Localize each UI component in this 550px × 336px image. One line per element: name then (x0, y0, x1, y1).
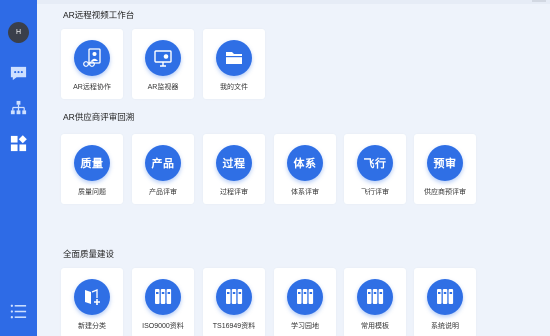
ar-collab-icon (74, 40, 110, 76)
card-label: ISO9000资料 (142, 323, 184, 330)
product-badge-icon: 产品 (145, 145, 181, 181)
process-badge-icon: 过程 (216, 145, 252, 181)
ar-monitor-icon (145, 40, 181, 76)
folder-icon (216, 40, 252, 76)
quality-badge-icon: 质量 (74, 145, 110, 181)
binders-icon (216, 279, 252, 315)
apps-icon[interactable] (9, 134, 28, 153)
flight-badge-icon: 飞行 (357, 145, 393, 181)
card-product-review[interactable]: 产品 产品评审 (132, 134, 194, 204)
sidebar: H (0, 0, 37, 336)
card-flight-review[interactable]: 飞行 飞行评审 (344, 134, 406, 204)
card-ts16949[interactable]: TS16949资料 (203, 268, 265, 336)
card-my-files[interactable]: 我的文件 (203, 29, 265, 99)
book-add-icon (74, 279, 110, 315)
system-badge-icon: 体系 (287, 145, 323, 181)
top-right-indicator (532, 0, 546, 2)
card-label: AR监视器 (147, 84, 179, 91)
section-title-ar-workbench: AR远程视频工作台 (63, 10, 135, 20)
card-label: 新建分类 (78, 323, 106, 330)
card-iso9000[interactable]: ISO9000资料 (132, 268, 194, 336)
card-label: 飞行评审 (361, 189, 389, 196)
circle-text: 产品 (151, 158, 175, 170)
section-title-supplier-review: AR供应商评审回溯 (63, 112, 135, 122)
card-label: 过程评审 (220, 189, 248, 196)
chat-icon[interactable] (9, 64, 28, 83)
card-label: 常用模板 (361, 323, 389, 330)
card-common-templates[interactable]: 常用模板 (344, 268, 406, 336)
avatar[interactable]: H (8, 22, 29, 43)
card-system-manual[interactable]: 系统说明 (414, 268, 476, 336)
main-content: AR远程视频工作台 AR远程协作 AR监视器 我的文件 AR供应商评审回溯 质量… (37, 0, 550, 336)
card-label: 供应商预评审 (424, 189, 466, 196)
card-ar-collab[interactable]: AR远程协作 (61, 29, 123, 99)
top-bar (37, 0, 550, 4)
binders-icon (145, 279, 181, 315)
card-label: 产品评审 (149, 189, 177, 196)
circle-text: 飞行 (363, 158, 387, 170)
card-new-category[interactable]: 新建分类 (61, 268, 123, 336)
section-title-quality-building: 全面质量建设 (63, 249, 115, 259)
circle-text: 过程 (222, 158, 246, 170)
card-label: 学习园地 (291, 323, 319, 330)
card-system-review[interactable]: 体系 体系评审 (274, 134, 336, 204)
menu-list-icon[interactable] (9, 302, 28, 321)
circle-text: 预审 (433, 158, 457, 170)
card-quality-issue[interactable]: 质量 质量问题 (61, 134, 123, 204)
binders-icon (287, 279, 323, 315)
card-learning-garden[interactable]: 学习园地 (274, 268, 336, 336)
card-process-review[interactable]: 过程 过程评审 (203, 134, 265, 204)
card-label: 体系评审 (291, 189, 319, 196)
circle-text: 体系 (293, 158, 317, 170)
card-ar-monitor[interactable]: AR监视器 (132, 29, 194, 99)
org-chart-icon[interactable] (9, 99, 28, 118)
card-label: 质量问题 (78, 189, 106, 196)
pre-review-badge-icon: 预审 (427, 145, 463, 181)
card-supplier-pre-review[interactable]: 预审 供应商预评审 (414, 134, 476, 204)
card-label: AR远程协作 (73, 84, 111, 91)
card-label: TS16949资料 (212, 323, 256, 330)
binders-icon (357, 279, 393, 315)
binders-icon (427, 279, 463, 315)
card-label: 我的文件 (220, 84, 248, 91)
circle-text: 质量 (80, 158, 104, 170)
card-label: 系统说明 (431, 323, 459, 330)
